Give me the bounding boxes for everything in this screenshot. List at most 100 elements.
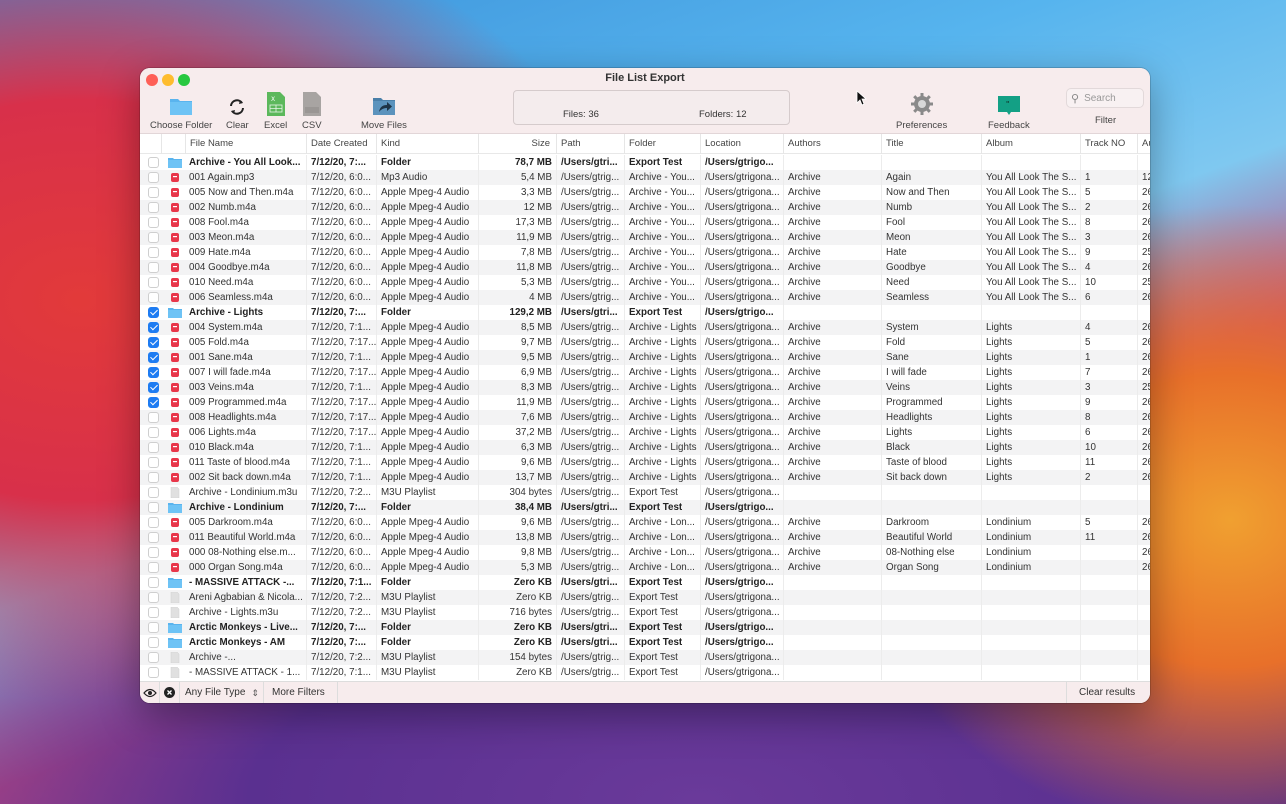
row-checkbox[interactable] (148, 187, 159, 198)
row-checkbox[interactable] (148, 637, 159, 648)
row-checkbox[interactable] (148, 217, 159, 228)
row-checkbox[interactable] (148, 517, 159, 528)
table-row[interactable]: Arctic Monkeys - Live... 7/12/20, 7:... Fo… (140, 620, 1150, 635)
column-header-file-name[interactable]: File Name (185, 134, 306, 154)
table-row[interactable]: Arctic Monkeys - AM 7/12/20, 7:... Folder Z… (140, 635, 1150, 650)
table-row[interactable]: 001 Sane.m4a 7/12/20, 7:1... Apple Mpeg-4 … (140, 350, 1150, 365)
column-header-path[interactable]: Path (556, 134, 624, 154)
clear-results-button[interactable]: Clear results (1066, 682, 1150, 703)
row-checkbox[interactable] (148, 322, 159, 333)
row-checkbox[interactable] (148, 277, 159, 288)
row-checkbox[interactable] (148, 157, 159, 168)
row-checkbox[interactable] (148, 622, 159, 633)
table-row[interactable]: 006 Seamless.m4a 7/12/20, 6:0... Apple Mpe… (140, 290, 1150, 305)
row-checkbox[interactable] (148, 172, 159, 183)
column-header-album[interactable]: Album (981, 134, 1080, 154)
row-checkbox[interactable] (148, 307, 159, 318)
row-checkbox[interactable] (148, 352, 159, 363)
row-checkbox[interactable] (148, 652, 159, 663)
table-row[interactable]: Archive -... 7/12/20, 7:2... M3U Playlist 1… (140, 650, 1150, 665)
column-header-select[interactable] (140, 134, 161, 154)
table-row[interactable]: 011 Beautiful World.m4a 7/12/20, 6:0... Ap… (140, 530, 1150, 545)
column-header-au[interactable]: Au (1137, 134, 1150, 154)
column-header-location[interactable]: Location (700, 134, 783, 154)
file-type-select[interactable]: Any File Type ⇕ (180, 682, 264, 703)
column-header-kind[interactable]: Kind (376, 134, 478, 154)
column-header-date-created[interactable]: Date Created (306, 134, 376, 154)
more-filters-button[interactable]: More Filters (264, 682, 338, 703)
table-row[interactable]: 002 Numb.m4a 7/12/20, 6:0... Apple Mpeg-4 … (140, 200, 1150, 215)
row-checkbox[interactable] (148, 577, 159, 588)
table-row[interactable]: 005 Fold.m4a 7/12/20, 7:17... Apple Mpeg-4… (140, 335, 1150, 350)
table-row[interactable]: 000 Organ Song.m4a 7/12/20, 6:0... Apple M… (140, 560, 1150, 575)
row-checkbox[interactable] (148, 262, 159, 273)
row-checkbox[interactable] (148, 202, 159, 213)
choose-folder-button[interactable]: Choose Folder (150, 92, 212, 131)
audio-file-icon (168, 322, 182, 336)
row-checkbox[interactable] (148, 397, 159, 408)
row-checkbox[interactable] (148, 442, 159, 453)
table-row[interactable]: Archive - You All Look... 7/12/20, 7:... F… (140, 155, 1150, 170)
column-header-track-no[interactable]: Track NO (1080, 134, 1137, 154)
table-row[interactable]: 000 08-Nothing else.m... 7/12/20, 6:0... A… (140, 545, 1150, 560)
table-row[interactable]: 005 Now and Then.m4a 7/12/20, 6:0... Apple… (140, 185, 1150, 200)
table-row[interactable]: Archive - Lights.m3u 7/12/20, 7:2... M3U P… (140, 605, 1150, 620)
excel-export-button[interactable]: X Excel (264, 92, 287, 131)
table-row[interactable]: 007 I will fade.m4a 7/12/20, 7:17... Apple… (140, 365, 1150, 380)
column-header-folder[interactable]: Folder (624, 134, 700, 154)
table-row[interactable]: 009 Hate.m4a 7/12/20, 6:0... Apple Mpeg-4 … (140, 245, 1150, 260)
eye-toggle-button[interactable] (140, 682, 160, 703)
column-header-size[interactable]: Size (478, 134, 556, 154)
table-row[interactable]: 001 Again.mp3 7/12/20, 6:0... Mp3 Audio 5,4… (140, 170, 1150, 185)
clear-button[interactable]: Clear (226, 92, 249, 131)
table-row[interactable]: 004 System.m4a 7/12/20, 7:1... Apple Mpeg-… (140, 320, 1150, 335)
csv-export-button[interactable]: CSV (302, 92, 322, 131)
row-checkbox[interactable] (148, 382, 159, 393)
row-checkbox[interactable] (148, 547, 159, 558)
clear-filter-button[interactable] (160, 682, 180, 703)
row-checkbox[interactable] (148, 502, 159, 513)
row-checkbox[interactable] (148, 427, 159, 438)
table-row[interactable]: 003 Veins.m4a 7/12/20, 7:1... Apple Mpeg-4… (140, 380, 1150, 395)
table-row[interactable]: - MASSIVE ATTACK -... 7/12/20, 7:1... Fold… (140, 575, 1150, 590)
table-row[interactable]: Areni Agbabian & Nicola... 7/12/20, 7:2..… (140, 590, 1150, 605)
move-files-button[interactable]: Move Files (361, 92, 407, 131)
row-checkbox[interactable] (148, 607, 159, 618)
preferences-button[interactable]: Preferences (896, 92, 947, 131)
row-checkbox[interactable] (148, 667, 159, 678)
table-row[interactable]: Archive - Londinium 7/12/20, 7:... Folder 3… (140, 500, 1150, 515)
table-row[interactable]: 006 Lights.m4a 7/12/20, 7:17... Apple Mpeg… (140, 425, 1150, 440)
row-checkbox[interactable] (148, 592, 159, 603)
column-header-title[interactable]: Title (881, 134, 981, 154)
feedback-button[interactable]: " Feedback (988, 92, 1030, 131)
table-row[interactable]: 010 Black.m4a 7/12/20, 7:1... Apple Mpeg-4… (140, 440, 1150, 455)
row-checkbox[interactable] (148, 472, 159, 483)
audio-file-icon (168, 517, 182, 531)
table-row[interactable]: 009 Programmed.m4a 7/12/20, 7:17... Apple … (140, 395, 1150, 410)
table-row[interactable]: 002 Sit back down.m4a 7/12/20, 7:1... Appl… (140, 470, 1150, 485)
table-row[interactable]: 003 Meon.m4a 7/12/20, 6:0... Apple Mpeg-4 … (140, 230, 1150, 245)
row-checkbox[interactable] (148, 487, 159, 498)
table-row[interactable]: 011 Taste of blood.m4a 7/12/20, 7:1... App… (140, 455, 1150, 470)
row-checkbox[interactable] (148, 232, 159, 243)
table-row[interactable]: Archive - Lights 7/12/20, 7:... Folder 129,… (140, 305, 1150, 320)
row-checkbox[interactable] (148, 412, 159, 423)
table-row[interactable]: - MASSIVE ATTACK - 1... 7/12/20, 7:1... M3… (140, 665, 1150, 680)
row-checkbox[interactable] (148, 367, 159, 378)
row-checkbox[interactable] (148, 532, 159, 543)
row-checkbox[interactable] (148, 247, 159, 258)
row-checkbox[interactable] (148, 292, 159, 303)
table-row[interactable]: 010 Need.m4a 7/12/20, 6:0... Apple Mpeg-4 … (140, 275, 1150, 290)
table-row[interactable]: 008 Headlights.m4a 7/12/20, 7:17... Apple … (140, 410, 1150, 425)
table-row[interactable]: 004 Goodbye.m4a 7/12/20, 6:0... Apple Mpeg… (140, 260, 1150, 275)
table-row[interactable]: 008 Fool.m4a 7/12/20, 6:0... Apple Mpeg-4 … (140, 215, 1150, 230)
column-header-authors[interactable]: Authors (783, 134, 881, 154)
column-header-icon[interactable] (161, 134, 185, 154)
row-checkbox[interactable] (148, 562, 159, 573)
row-checkbox[interactable] (148, 337, 159, 348)
table-row[interactable]: Archive - Londinium.m3u 7/12/20, 7:2... M3… (140, 485, 1150, 500)
search-input[interactable]: ⚲ Search (1066, 88, 1144, 108)
cell-file-name: 001 Again.mp3 (189, 172, 255, 183)
table-row[interactable]: 005 Darkroom.m4a 7/12/20, 6:0... Apple Mpe… (140, 515, 1150, 530)
row-checkbox[interactable] (148, 457, 159, 468)
